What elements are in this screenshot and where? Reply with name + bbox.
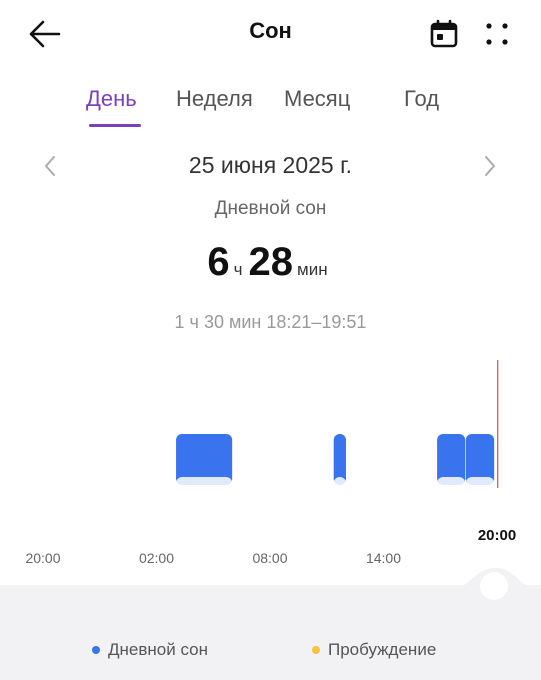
calendar-button[interactable] bbox=[424, 14, 464, 54]
x-tick-label: 08:00 bbox=[252, 550, 287, 566]
tab-month[interactable]: Месяц bbox=[284, 86, 350, 112]
previous-day-button[interactable] bbox=[30, 148, 70, 184]
sleep-segment-shadow bbox=[437, 477, 466, 497]
legend-item-daytime-sleep: Дневной сон bbox=[92, 640, 208, 660]
duration-minutes: 28 bbox=[248, 240, 294, 284]
app-header: Сон bbox=[0, 0, 541, 66]
legend-label: Дневной сон bbox=[108, 640, 208, 659]
minutes-unit: мин bbox=[297, 260, 328, 279]
next-day-button[interactable] bbox=[470, 148, 510, 184]
four-dots-icon bbox=[486, 23, 508, 45]
duration-hours: 6 bbox=[207, 240, 230, 284]
sleep-type-label: Дневной сон bbox=[214, 198, 327, 219]
x-tick-label: 20:00 bbox=[25, 550, 60, 566]
more-options-button[interactable] bbox=[477, 14, 517, 54]
current-date: 25 июня 2025 г. bbox=[188, 152, 353, 178]
back-button[interactable] bbox=[24, 14, 64, 54]
tab-year[interactable]: Год bbox=[404, 86, 439, 112]
sleep-timeline-chart[interactable]: 20:00 02:00 08:00 14:00 20:00 bbox=[0, 355, 541, 585]
sleep-segment-shadow bbox=[333, 477, 346, 497]
tab-day[interactable]: День bbox=[86, 86, 137, 112]
x-tick-label: 14:00 bbox=[366, 550, 401, 566]
legend-item-awakening: Пробуждение bbox=[312, 640, 436, 660]
hours-unit: ч bbox=[233, 260, 243, 279]
period-tabs: День Неделя Месяц Год bbox=[0, 86, 541, 136]
calendar-icon bbox=[430, 19, 458, 48]
selected-segment-info: 1 ч 30 мин 18:21–19:51 bbox=[174, 312, 367, 332]
sleep-segment-shadow bbox=[176, 477, 233, 497]
date-navigator: 25 июня 2025 г. bbox=[0, 148, 541, 188]
active-tab-indicator bbox=[89, 124, 141, 127]
chevron-right-icon bbox=[485, 156, 495, 176]
arrow-left-icon bbox=[29, 20, 61, 48]
sleep-chart-svg: 20:00 02:00 08:00 14:00 20:00 bbox=[25, 360, 516, 566]
tab-week[interactable]: Неделя bbox=[176, 86, 253, 112]
total-duration: 6 ч 28 мин bbox=[0, 240, 541, 285]
x-tick-label-highlighted: 20:00 bbox=[478, 527, 516, 544]
legend-label: Пробуждение bbox=[328, 640, 437, 659]
chart-legend: Дневной сон Пробуждение bbox=[0, 640, 541, 664]
x-tick-label: 02:00 bbox=[139, 550, 174, 566]
legend-dot-awakening bbox=[312, 646, 320, 654]
sleep-segment-shadow bbox=[465, 477, 495, 497]
scrubber-handle[interactable] bbox=[455, 560, 535, 610]
legend-dot-daytime-sleep bbox=[92, 646, 100, 654]
chevron-left-icon bbox=[45, 156, 55, 176]
